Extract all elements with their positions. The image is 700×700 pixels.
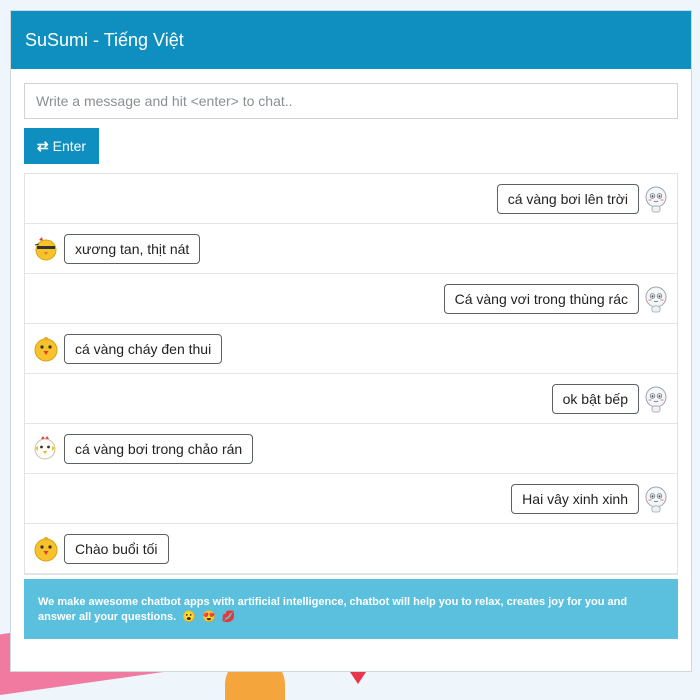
user-avatar-icon xyxy=(643,384,669,414)
bot-sleepy-chick-icon xyxy=(33,234,59,264)
user-message-bubble: ok bật bếp xyxy=(551,383,639,414)
bot-message-bubble: Chào buổi tối xyxy=(64,533,169,564)
page-title: SuSumi - Tiếng Việt xyxy=(25,29,184,50)
user-message-bubble: Hai vây xinh xinh xyxy=(511,483,639,514)
bot-message-row: xương tan, thịt nát xyxy=(25,224,677,274)
bot-message-row: cá vàng bơi trong chảo rán xyxy=(25,424,677,474)
user-avatar-icon xyxy=(643,484,669,514)
heart-eyes-emoji: 😍 xyxy=(201,611,216,623)
footer-text: We make awesome chatbot apps with artifi… xyxy=(38,596,628,623)
enter-button[interactable]: ⇄ Enter xyxy=(24,128,99,164)
enter-button-label: Enter xyxy=(52,138,87,154)
footer-banner: We make awesome chatbot apps with artifi… xyxy=(24,579,678,639)
chat-message-list: cá vàng bơi lên trời xương tan, thịt nát C… xyxy=(24,173,678,575)
user-message-bubble: cá vàng bơi lên trời xyxy=(496,183,639,214)
chat-header: SuSumi - Tiếng Việt xyxy=(11,11,691,69)
bot-rooster-icon xyxy=(33,434,59,464)
red-triangle-decoration xyxy=(350,672,366,684)
bot-message-bubble: cá vàng bơi trong chảo rán xyxy=(64,433,254,464)
user-message-bubble: Cá vàng vơi trong thùng rác xyxy=(443,283,639,314)
user-message-row: Cá vàng vơi trong thùng rác xyxy=(25,274,677,324)
chat-panel: SuSumi - Tiếng Việt ⇄ Enter cá vàng bơi … xyxy=(10,10,692,672)
bot-message-row: Chào buổi tối xyxy=(25,524,677,574)
user-avatar-icon xyxy=(643,184,669,214)
kiss-lips-emoji: 💋 xyxy=(221,611,236,623)
user-avatar-icon xyxy=(643,284,669,314)
bot-message-row: cá vàng cháy đen thui xyxy=(25,324,677,374)
bot-chick-icon xyxy=(33,534,59,564)
surprised-face-emoji: 😮 xyxy=(182,611,196,623)
swap-arrows-icon: ⇄ xyxy=(36,137,49,154)
bot-message-bubble: cá vàng cháy đen thui xyxy=(64,333,223,364)
bot-chick-icon xyxy=(33,334,59,364)
user-message-row: ok bật bếp xyxy=(25,374,677,424)
user-message-row: Hai vây xinh xinh xyxy=(25,474,677,524)
bot-message-bubble: xương tan, thịt nát xyxy=(64,233,201,264)
user-message-row: cá vàng bơi lên trời xyxy=(25,174,677,224)
message-input[interactable] xyxy=(24,83,678,119)
message-input-wrapper xyxy=(24,83,678,119)
